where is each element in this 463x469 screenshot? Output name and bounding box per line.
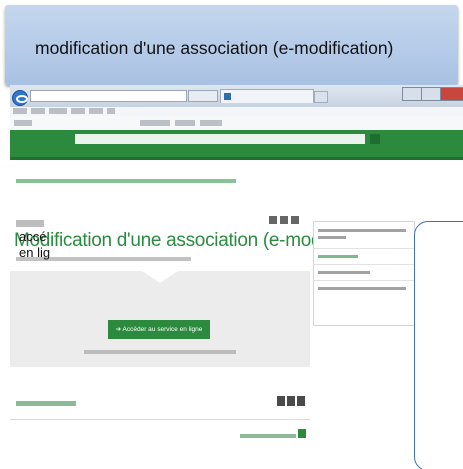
new-tab-button[interactable] xyxy=(314,91,328,103)
menu-item-tools[interactable] xyxy=(89,108,103,114)
callout-box xyxy=(414,221,463,469)
page-type-chip xyxy=(16,220,44,227)
menu-item-edit[interactable] xyxy=(31,108,45,114)
arrow-up-icon[interactable] xyxy=(298,429,306,438)
sidebar-link[interactable] xyxy=(318,287,406,290)
callout-line-1: accé xyxy=(19,229,47,244)
sidebar-text xyxy=(318,229,406,232)
divider xyxy=(314,248,414,249)
divider xyxy=(314,264,414,265)
favorites-bar xyxy=(10,116,463,131)
menu-item-view[interactable] xyxy=(49,108,67,114)
facebook-icon[interactable] xyxy=(280,216,288,224)
maximize-icon[interactable] xyxy=(421,87,441,101)
browser-tab[interactable] xyxy=(220,89,314,103)
favorites-item[interactable] xyxy=(140,120,170,126)
slide-title: modification d'une association (e-modifi… xyxy=(35,38,394,58)
minimize-icon[interactable] xyxy=(402,87,422,101)
favorites-item[interactable] xyxy=(200,120,222,126)
sidebar-text xyxy=(318,236,346,239)
browser-title-bar xyxy=(10,85,463,107)
arrow-right-icon: ➜ xyxy=(115,326,123,333)
browser-screenshot: Modification d'une association (e-modifi… xyxy=(10,85,463,469)
facebook-icon[interactable] xyxy=(277,396,285,406)
menu-item-help[interactable] xyxy=(107,108,115,114)
back-to-top-link[interactable] xyxy=(240,434,296,438)
twitter-icon[interactable] xyxy=(287,396,295,406)
cta-panel-notch xyxy=(142,271,178,283)
sidebar-link[interactable] xyxy=(318,271,370,274)
print-icon[interactable] xyxy=(269,216,277,224)
sidebar-heading xyxy=(318,255,358,258)
favorites-label[interactable] xyxy=(14,120,32,126)
feedback-link[interactable] xyxy=(16,401,76,406)
twitter-icon[interactable] xyxy=(291,216,299,224)
callout-text: accé en lig xyxy=(19,229,50,261)
browser-menu-bar xyxy=(10,107,463,116)
google-plus-icon[interactable] xyxy=(297,396,305,406)
breadcrumb[interactable] xyxy=(16,179,236,183)
address-bar-buttons[interactable] xyxy=(188,90,218,102)
cta-label: Accéder au service en ligne xyxy=(122,326,203,333)
favorites-item[interactable] xyxy=(175,120,195,126)
slide-title-banner: modification d'une association (e-modifi… xyxy=(5,5,458,85)
site-header xyxy=(10,130,463,157)
close-icon[interactable] xyxy=(440,87,463,101)
divider xyxy=(10,419,310,420)
slide: modification d'une association (e-modifi… xyxy=(0,0,463,469)
cta-subtext xyxy=(84,350,236,354)
search-icon[interactable] xyxy=(370,134,380,144)
address-bar[interactable] xyxy=(30,90,187,102)
menu-item-file[interactable] xyxy=(13,108,27,114)
access-online-service-button[interactable]: ➜ Accéder au service en ligne xyxy=(108,320,210,339)
callout-line-2: en lig xyxy=(19,245,51,260)
site-nav-strip xyxy=(10,157,463,160)
divider xyxy=(314,280,414,281)
internet-explorer-icon xyxy=(12,90,28,106)
site-search-input[interactable] xyxy=(75,134,365,144)
sidebar-box xyxy=(313,221,415,326)
menu-item-favorites[interactable] xyxy=(71,108,85,114)
